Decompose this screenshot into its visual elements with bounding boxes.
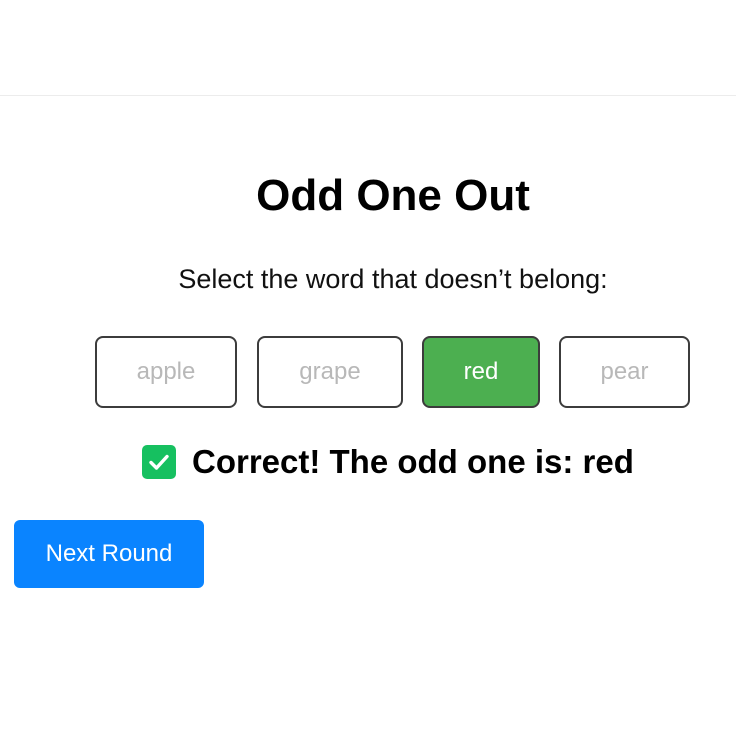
word-option-grape[interactable]: grape bbox=[257, 336, 403, 408]
word-option-red[interactable]: red bbox=[422, 336, 540, 408]
top-divider bbox=[0, 95, 736, 96]
game-title: Odd One Out bbox=[256, 171, 530, 220]
instruction-text: Select the word that doesn’t belong: bbox=[178, 264, 608, 294]
next-round-button[interactable]: Next Round bbox=[14, 520, 204, 588]
word-option-apple[interactable]: apple bbox=[95, 336, 237, 408]
feedback-message: Correct! The odd one is: red bbox=[142, 442, 634, 482]
word-option-pear[interactable]: pear bbox=[559, 336, 690, 408]
feedback-text: Correct! The odd one is: red bbox=[192, 443, 634, 480]
check-mark-icon bbox=[142, 445, 176, 479]
